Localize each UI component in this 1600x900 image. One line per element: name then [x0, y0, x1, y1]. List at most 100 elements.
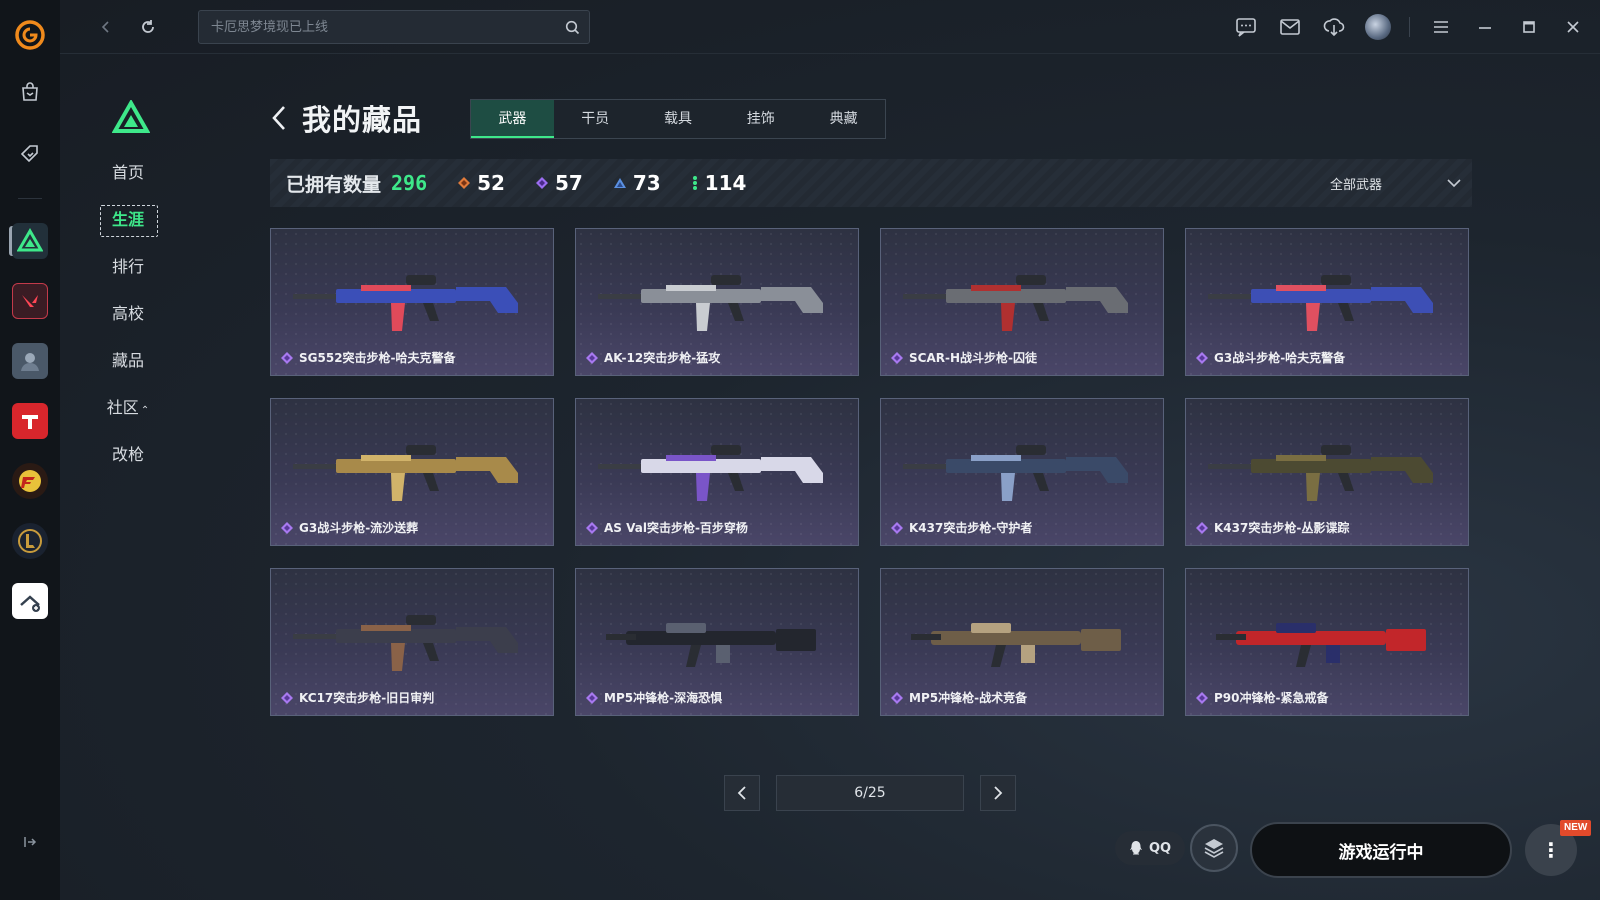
accelerator-button[interactable] — [1190, 824, 1238, 872]
collection-item-card[interactable]: AS Val突击步枪-百步穿杨 — [575, 398, 859, 546]
back-nav-icon[interactable] — [94, 15, 118, 39]
rarity-diamond-icon — [586, 351, 598, 364]
collection-item-card[interactable]: SCAR-H战斗步枪-囚徒 — [880, 228, 1164, 376]
filter-label: 全部武器 — [1330, 177, 1383, 193]
tab-operators[interactable]: 干员 — [554, 100, 637, 138]
soldier-game-icon[interactable] — [12, 343, 48, 379]
nav-item-community-label: 社区 — [106, 398, 139, 417]
nav-item-community[interactable]: 社区 ⌃ — [100, 393, 156, 423]
qq-status-button[interactable]: QQ — [1115, 831, 1185, 865]
nav-item-gunsmith[interactable]: 改枪 — [100, 440, 156, 470]
stat-purple: 57 — [535, 171, 583, 195]
download-icon[interactable] — [1319, 12, 1349, 42]
item-name: G3战斗步枪-哈夫克警备 — [1196, 349, 1345, 366]
mail-icon[interactable] — [1275, 12, 1305, 42]
item-name: SCAR-H战斗步枪-囚徒 — [891, 349, 1037, 366]
game-running-button[interactable]: 游戏运行中 — [1250, 822, 1512, 878]
rarity-diamond-icon — [586, 521, 598, 534]
collection-item-card[interactable]: P90冲锋枪-紧急戒备 — [1185, 568, 1469, 716]
nav-item-ranking[interactable]: 排行 — [100, 252, 156, 282]
owned-label: 已拥有数量 — [286, 173, 382, 196]
chat-icon[interactable] — [1231, 12, 1261, 42]
collection-item-card[interactable]: SG552突击步枪-哈夫克警备 — [270, 228, 554, 376]
expand-rail-icon[interactable] — [10, 822, 50, 862]
weapon-filter-dropdown[interactable]: 全部武器 — [1322, 168, 1462, 198]
close-icon[interactable] — [1558, 12, 1588, 42]
item-name: MP5冲锋枪-深海恐惧 — [586, 689, 722, 706]
nav-item-collection[interactable]: 藏品 — [100, 346, 156, 376]
app-logo-icon[interactable] — [15, 20, 45, 50]
collection-item-card[interactable]: G3战斗步枪-流沙送葬 — [270, 398, 554, 546]
rarity-diamond-icon — [891, 691, 903, 704]
search-icon[interactable] — [565, 20, 580, 35]
search-input[interactable] — [199, 11, 589, 43]
tab-vehicles[interactable]: 载具 — [637, 100, 720, 138]
app-rail — [0, 0, 60, 900]
weapon-image — [598, 445, 823, 501]
weapon-image — [606, 623, 816, 667]
item-name: SG552突击步枪-哈夫克警备 — [281, 349, 456, 366]
item-name: KC17突击步枪-旧日审判 — [281, 689, 434, 706]
delta-force-logo-icon — [111, 98, 151, 133]
weapon-image — [1216, 623, 1426, 667]
item-name: AK-12突击步枪-猛攻 — [586, 349, 720, 366]
collection-item-card[interactable]: MP5冲锋枪-战术竞备 — [880, 568, 1164, 716]
stat-purple-value: 57 — [554, 171, 583, 195]
stat-gold-value: 52 — [477, 171, 505, 195]
collection-item-card[interactable]: K437突击步枪-丛影谍踪 — [1185, 398, 1469, 546]
item-name-text: AS Val突击步枪-百步穿杨 — [604, 521, 748, 535]
crossfire-game-icon[interactable] — [12, 463, 48, 499]
maximize-icon[interactable] — [1514, 12, 1544, 42]
store-bag-icon[interactable] — [10, 72, 50, 112]
weapon-image — [1208, 445, 1433, 501]
collection-item-card[interactable]: KC17突击步枪-旧日审判 — [270, 568, 554, 716]
collection-item-card[interactable]: MP5冲锋枪-深海恐惧 — [575, 568, 859, 716]
refresh-icon[interactable] — [136, 15, 160, 39]
stat-gold: 52 — [457, 171, 505, 195]
weapon-image — [903, 275, 1128, 331]
league-game-icon[interactable] — [12, 523, 48, 559]
item-name-text: K437突击步枪-丛影谍踪 — [1214, 521, 1350, 535]
collection-item-card[interactable]: AK-12突击步枪-猛攻 — [575, 228, 859, 376]
chevron-left-icon — [737, 786, 746, 800]
menu-icon[interactable] — [1426, 12, 1456, 42]
chevron-up-icon: ⌃ — [140, 405, 150, 416]
tab-weapons[interactable]: 武器 — [471, 100, 554, 138]
item-name-text: MP5冲锋枪-深海恐惧 — [604, 691, 723, 705]
item-name-text: SCAR-H战斗步枪-囚徒 — [909, 351, 1037, 365]
page-indicator: 6/25 — [776, 775, 964, 811]
item-name: P90冲锋枪-紧急戒备 — [1196, 689, 1328, 706]
prev-page-button[interactable] — [724, 775, 760, 811]
item-name-text: MP5冲锋枪-战术竞备 — [909, 691, 1028, 705]
weapon-image — [293, 615, 518, 671]
nav-item-college[interactable]: 高校 — [100, 299, 156, 329]
item-name-text: G3战斗步枪-哈夫克警备 — [1214, 351, 1346, 365]
collection-item-card[interactable]: G3战斗步枪-哈夫克警备 — [1185, 228, 1469, 376]
next-page-button[interactable] — [980, 775, 1016, 811]
rail-divider — [18, 198, 42, 199]
category-tabs: 武器 干员 载具 挂饰 典藏 — [470, 99, 886, 139]
item-name: K437突击步枪-丛影谍踪 — [1196, 519, 1349, 536]
tgame-icon[interactable] — [12, 403, 48, 439]
nav-item-home[interactable]: 首页 — [100, 158, 156, 188]
item-name-text: AK-12突击步枪-猛攻 — [604, 351, 721, 365]
back-icon[interactable] — [270, 102, 292, 134]
item-name-text: SG552突击步枪-哈夫克警备 — [299, 351, 456, 365]
tab-charms[interactable]: 挂饰 — [719, 100, 802, 138]
avatar — [1365, 14, 1391, 40]
game-tag-icon[interactable] — [10, 134, 50, 174]
add-game-icon[interactable] — [12, 583, 48, 619]
user-avatar[interactable] — [1363, 12, 1393, 42]
tab-collection[interactable]: 典藏 — [802, 100, 885, 138]
main-area: 首页 生涯 排行 高校 藏品 社区⌃ 改枪 我的藏品 武器 干员 载具 挂饰 典… — [60, 0, 1600, 900]
new-badge: NEW — [1560, 820, 1592, 836]
weapon-image — [293, 445, 518, 501]
stat-green-value: 114 — [704, 171, 747, 195]
item-name: G3战斗步枪-流沙送葬 — [281, 519, 418, 536]
weapon-image — [1208, 275, 1433, 331]
valorant-game-icon[interactable] — [12, 283, 48, 319]
minimize-icon[interactable] — [1470, 12, 1500, 42]
nav-item-career[interactable]: 生涯 — [100, 205, 158, 237]
delta-force-game-icon[interactable] — [12, 223, 48, 259]
collection-item-card[interactable]: K437突击步枪-守护者 — [880, 398, 1164, 546]
